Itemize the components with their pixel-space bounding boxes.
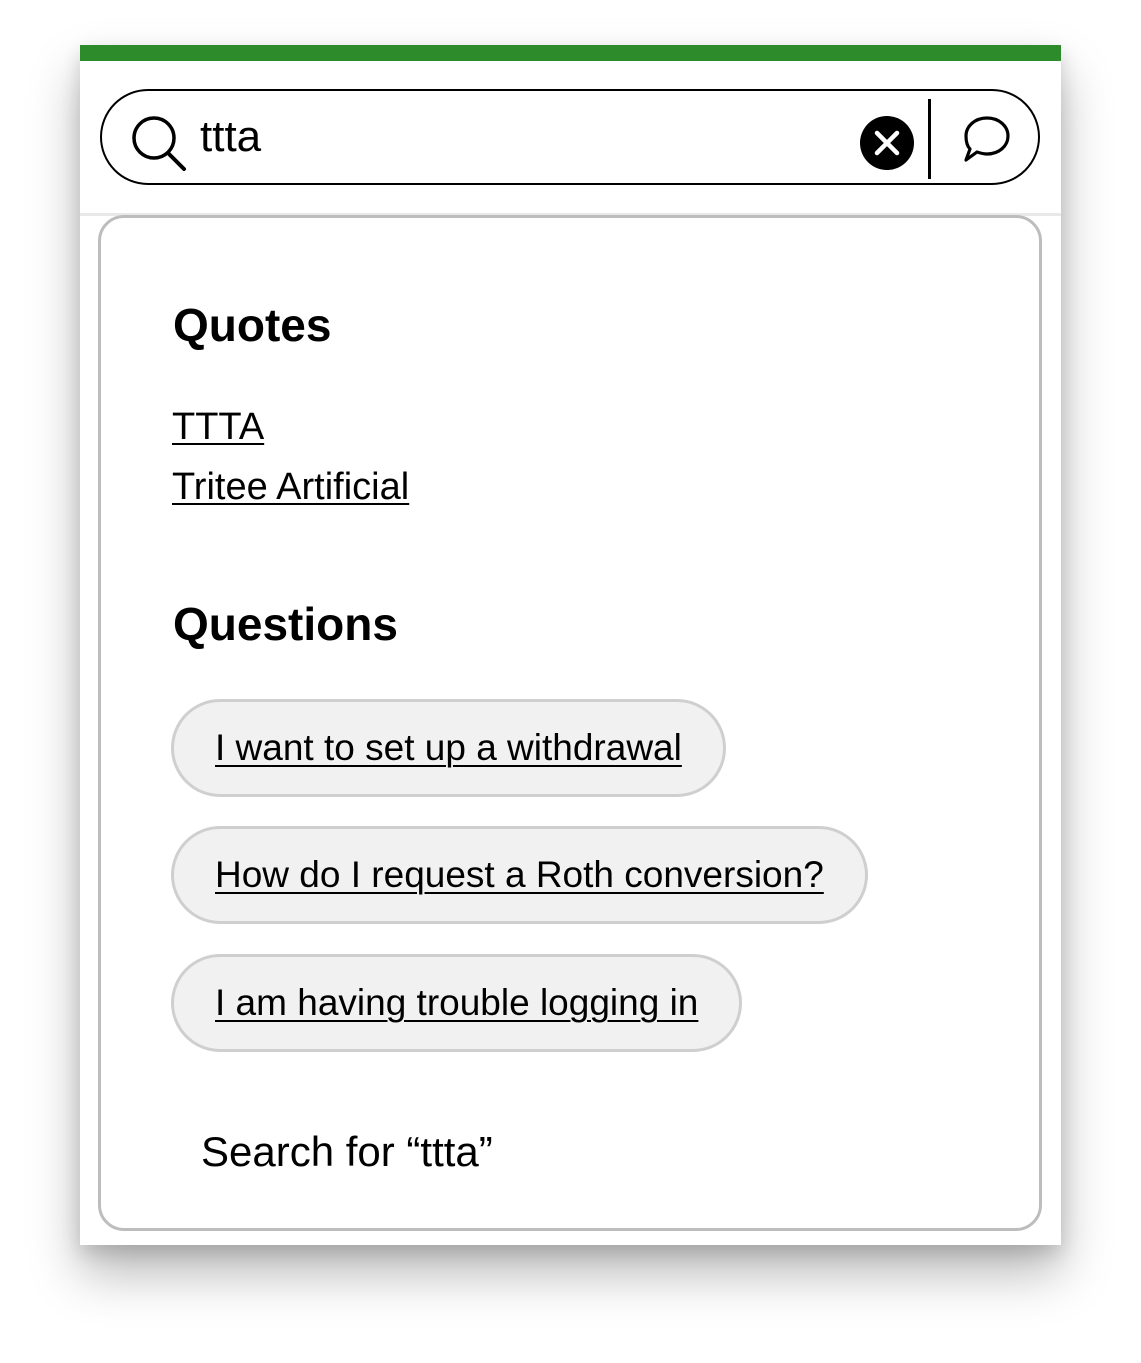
quote-link-ttta[interactable]: TTTA <box>172 403 264 451</box>
clear-search-button[interactable] <box>860 116 914 170</box>
accent-bar <box>80 45 1061 61</box>
chat-button[interactable] <box>958 111 1014 167</box>
search-suggestions-dropdown: Quotes TTTA Tritee Artificial Questions … <box>98 215 1042 1231</box>
question-chip-withdrawal[interactable]: I want to set up a withdrawal <box>171 699 726 797</box>
chat-bubble-icon <box>964 116 1010 162</box>
question-chip-login-trouble[interactable]: I am having trouble logging in <box>171 954 743 1052</box>
search-icon <box>131 115 189 171</box>
quotes-heading: Quotes <box>173 299 332 351</box>
question-chip-roth-conversion[interactable]: How do I request a Roth conversion? <box>171 826 868 924</box>
close-circle-icon <box>874 130 900 156</box>
quote-link-tritee-artificial[interactable]: Tritee Artificial <box>172 463 409 511</box>
questions-heading: Questions <box>173 598 398 650</box>
input-divider <box>928 99 931 179</box>
search-for-query-option[interactable]: Search for “ttta” <box>201 1124 493 1180</box>
search-input[interactable] <box>200 107 840 167</box>
search-box[interactable] <box>100 89 1040 185</box>
search-panel: Quotes TTTA Tritee Artificial Questions … <box>80 45 1061 1245</box>
